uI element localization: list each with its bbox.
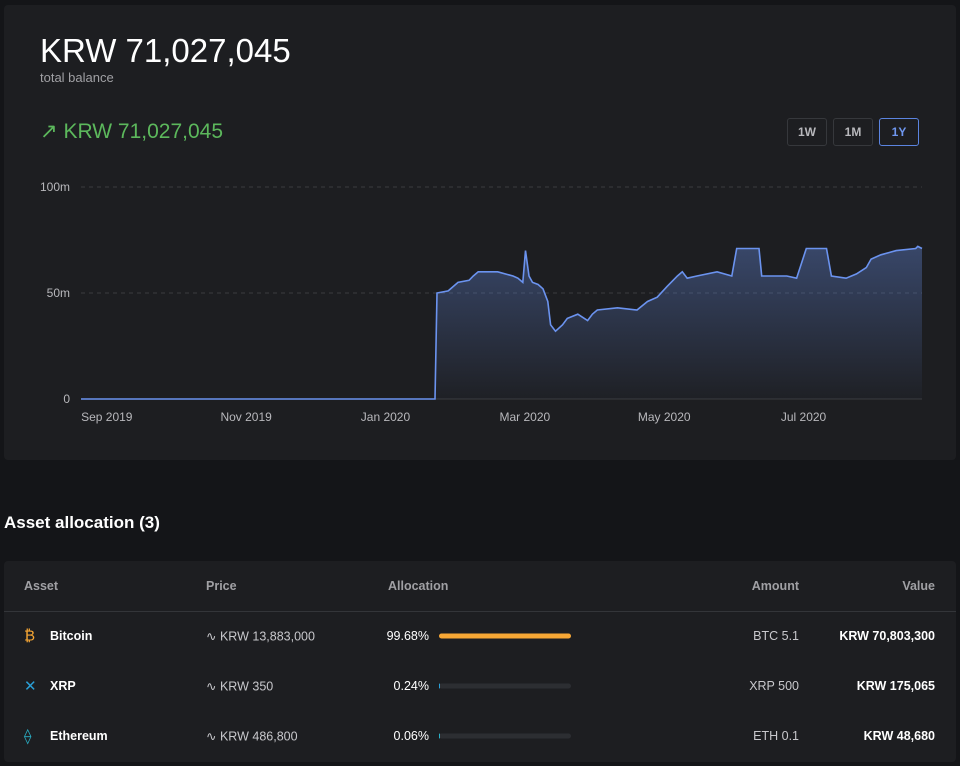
allocation-percent: 0.24% [393,679,429,693]
x-tick-label: Sep 2019 [81,410,133,424]
allocation-title: Asset allocation (3) [4,513,160,532]
x-tick-label: May 2020 [638,410,691,424]
x-tick-label: Nov 2019 [220,410,272,424]
header-amount[interactable]: Amount [752,579,799,593]
asset-name: Bitcoin [50,629,93,643]
asset-price-value: KRW 486,800 [219,729,298,744]
allocation-percent: 99.68% [386,629,429,643]
asset-price-value: KRW 13,883,000 [219,629,315,644]
asset-price: ∿ KRW 13,883,000 [206,629,315,644]
xrp-icon: ✕ [24,678,37,695]
header-allocation[interactable]: Allocation [388,579,448,593]
asset-price-value: KRW 350 [219,679,274,694]
asset-amount: BTC 5.1 [753,629,799,643]
allocation-bar-fill [439,733,441,739]
allocation-bar-fill [439,683,441,689]
x-tick-label: Jan 2020 [361,410,411,424]
y-tick-label: 50m [47,286,70,300]
header-value[interactable]: Value [902,579,935,593]
allocation-bar-fill [439,633,571,639]
activity-icon: ∿ [206,729,217,744]
asset-amount: XRP 500 [749,679,799,693]
asset-name: Ethereum [50,729,108,743]
balance-chart: 0 50m 100m Sep 2019 Nov 2019 Jan 2020 Mar 2020… [40,180,923,424]
ethereum-icon: ⟠ [24,728,32,745]
asset-value: KRW 48,680 [863,729,935,743]
asset-value: KRW 70,803,300 [839,629,935,643]
allocation-bar [439,733,571,739]
activity-icon: ∿ [206,679,217,694]
header-asset[interactable]: Asset [24,579,58,593]
allocation-bar [439,633,571,639]
y-tick-label: 0 [63,392,70,406]
asset-price: ∿ KRW 486,800 [206,729,298,744]
allocation-percent: 0.06% [393,729,429,743]
allocation-table: Asset Price Allocation Amount Value ₿ Bi… [4,561,956,762]
series-area [81,246,922,399]
x-tick-label: Mar 2020 [499,410,550,424]
y-tick-label: 100m [40,180,70,194]
x-tick-label: Jul 2020 [781,410,827,424]
header-price[interactable]: Price [206,579,237,593]
asset-name: XRP [50,679,76,693]
asset-value: KRW 175,065 [856,679,935,693]
asset-price: ∿ KRW 350 [206,679,273,694]
header-divider [4,611,956,612]
bitcoin-icon: ₿ [24,627,36,645]
activity-icon: ∿ [206,629,217,644]
allocation-bar [439,683,571,689]
asset-amount: ETH 0.1 [753,729,799,743]
